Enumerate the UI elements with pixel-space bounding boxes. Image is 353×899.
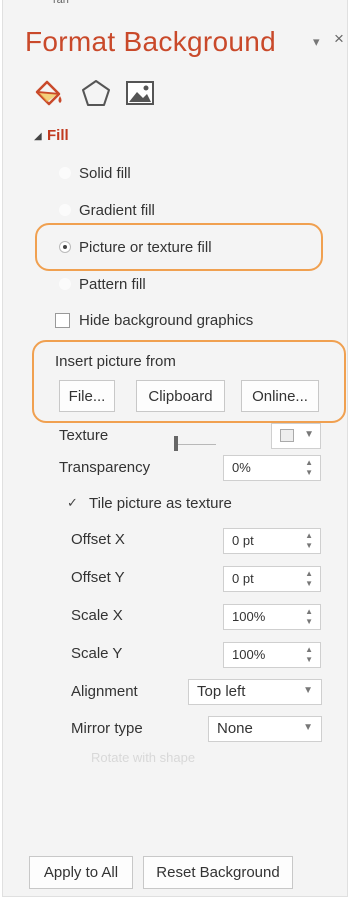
offset-y-label: Offset Y (71, 569, 125, 586)
highlight-picture-fill (35, 223, 323, 271)
cut-off-label: ran (53, 0, 69, 6)
spinner-arrows-icon[interactable]: ▲ ▼ (305, 607, 313, 627)
close-icon[interactable]: × (334, 29, 344, 49)
checkbox-label: Hide background graphics (79, 312, 254, 329)
spinner-arrows-icon[interactable]: ▲ ▼ (305, 531, 313, 551)
radio-pattern-fill[interactable]: Pattern fill (59, 273, 146, 295)
spinner-arrows-icon[interactable]: ▲ ▼ (305, 569, 313, 589)
spinner-arrows-icon[interactable]: ▲ ▼ (305, 645, 313, 665)
dropdown-value: Top left (197, 683, 246, 700)
checkbox-checked[interactable]: ✓ (65, 496, 80, 511)
transparency-slider-track[interactable] (178, 444, 216, 445)
offset-x-spinner[interactable]: 0 pt ▲ ▼ (223, 528, 321, 554)
mirror-type-label: Mirror type (71, 720, 143, 737)
alignment-label: Alignment (71, 683, 138, 700)
checkbox-label: Tile picture as texture (89, 495, 232, 512)
tile-picture-checkbox[interactable]: ✓ Tile picture as texture (65, 495, 232, 512)
picture-icon[interactable] (124, 78, 158, 108)
texture-label: Texture (59, 427, 109, 444)
transparency-label: Transparency (59, 459, 151, 476)
offset-y-spinner[interactable]: 0 pt ▲ ▼ (223, 566, 321, 592)
spinner-value: 0 pt (232, 571, 254, 586)
format-background-pane: ran Format Background ▾ × ◢ Fill Solid f… (2, 0, 348, 897)
pentagon-effects-icon[interactable] (80, 78, 114, 108)
radio-label: Pattern fill (79, 275, 146, 293)
reset-background-button[interactable]: Reset Background (143, 856, 293, 889)
transparency-spinner[interactable]: 0% ▲ ▼ (223, 455, 321, 481)
pane-title: Format Background (25, 26, 276, 57)
collapse-arrow-icon[interactable]: ◢ (34, 131, 42, 142)
radio-label: Gradient fill (79, 201, 155, 219)
spinner-value: 0 pt (232, 533, 254, 548)
section-fill-label[interactable]: Fill (47, 127, 69, 144)
scale-y-spinner[interactable]: 100% ▲ ▼ (223, 642, 321, 668)
transparency-slider-thumb[interactable] (174, 436, 178, 451)
scale-y-label: Scale Y (71, 645, 123, 662)
radio-button[interactable] (59, 204, 71, 216)
online-button[interactable]: Online... (241, 380, 319, 412)
chevron-down-icon: ▼ (303, 722, 313, 733)
alignment-dropdown[interactable]: Top left ▼ (188, 679, 322, 705)
checkbox[interactable] (55, 313, 70, 328)
scale-x-spinner[interactable]: 100% ▲ ▼ (223, 604, 321, 630)
chevron-down-icon: ▼ (304, 429, 314, 440)
clipboard-button[interactable]: Clipboard (136, 380, 225, 412)
texture-dropdown[interactable]: ▼ (271, 423, 321, 449)
radio-button[interactable] (59, 278, 71, 290)
radio-gradient-fill[interactable]: Gradient fill (59, 199, 155, 221)
chevron-down-icon: ▼ (303, 685, 313, 696)
insert-picture-label: Insert picture from (55, 353, 176, 370)
radio-label: Solid fill (79, 164, 131, 182)
pin-icon[interactable]: ▾ (313, 34, 320, 50)
rotate-with-shape-checkbox: Rotate with shape (91, 750, 196, 765)
apply-to-all-button[interactable]: Apply to All (29, 856, 133, 889)
spinner-arrows-icon[interactable]: ▲ ▼ (305, 458, 313, 478)
texture-swatch-icon (280, 429, 294, 442)
fill-bucket-icon[interactable] (33, 78, 67, 108)
spinner-value: 100% (232, 647, 266, 662)
hide-background-graphics-checkbox[interactable]: Hide background graphics (55, 312, 253, 329)
spinner-value: 100% (232, 609, 266, 624)
spinner-value: 0% (232, 460, 251, 475)
radio-button[interactable] (59, 167, 71, 179)
radio-solid-fill[interactable]: Solid fill (59, 162, 131, 184)
dropdown-value: None (217, 720, 253, 737)
offset-x-label: Offset X (71, 531, 125, 548)
mirror-type-dropdown[interactable]: None ▼ (208, 716, 322, 742)
file-button[interactable]: File... (59, 380, 115, 412)
scale-x-label: Scale X (71, 607, 123, 624)
